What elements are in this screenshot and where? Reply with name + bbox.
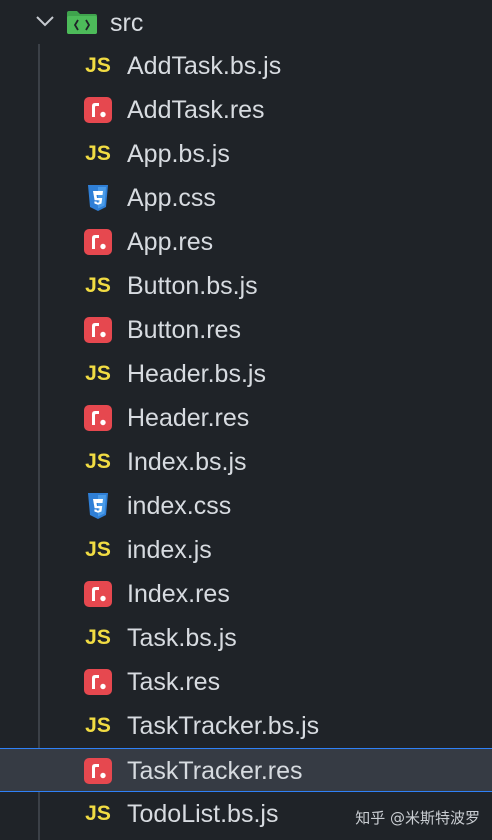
file-name: Header.res	[127, 404, 250, 432]
file-name: AddTask.res	[127, 96, 265, 124]
file-row[interactable]: JS Button.bs.js	[0, 264, 492, 308]
javascript-icon: JS	[84, 625, 112, 651]
file-row[interactable]: Task.res	[0, 660, 492, 704]
file-row[interactable]: App.css	[0, 176, 492, 220]
javascript-icon: JS	[84, 801, 112, 827]
javascript-icon-label: JS	[85, 714, 111, 737]
file-row[interactable]: index.css	[0, 484, 492, 528]
file-name: Index.res	[127, 580, 230, 608]
file-name: App.css	[127, 184, 216, 212]
javascript-icon-label: JS	[85, 274, 111, 297]
folder-src-icon	[67, 11, 97, 34]
file-row[interactable]: JS Index.bs.js	[0, 440, 492, 484]
javascript-icon-label: JS	[85, 54, 111, 77]
javascript-icon: JS	[84, 273, 112, 299]
javascript-icon: JS	[84, 449, 112, 475]
css-icon	[88, 493, 108, 519]
file-name: index.css	[127, 492, 232, 520]
file-row[interactable]: App.res	[0, 220, 492, 264]
file-name: Button.res	[127, 316, 241, 344]
javascript-icon-label: JS	[85, 450, 111, 473]
file-name: Button.bs.js	[127, 272, 258, 300]
file-name: TaskTracker.res	[127, 757, 303, 785]
javascript-icon-label: JS	[85, 362, 111, 385]
javascript-icon: JS	[84, 53, 112, 79]
file-name: TaskTracker.bs.js	[127, 712, 320, 740]
file-name: Header.bs.js	[127, 360, 266, 388]
file-row[interactable]: Header.res	[0, 396, 492, 440]
file-row[interactable]: JS App.bs.js	[0, 132, 492, 176]
file-row[interactable]: JS TaskTracker.bs.js	[0, 704, 492, 748]
file-name: App.bs.js	[127, 140, 230, 168]
javascript-icon-label: JS	[85, 538, 111, 561]
javascript-icon-label: JS	[85, 802, 111, 825]
file-name: Task.bs.js	[127, 624, 237, 652]
rescript-icon	[84, 669, 112, 695]
rescript-icon	[84, 317, 112, 343]
file-explorer: src JS AddTask.bs.js AddTask.res JS App.bs.j…	[0, 0, 492, 840]
rescript-icon	[84, 97, 112, 123]
rescript-icon	[84, 405, 112, 431]
file-name: Task.res	[127, 668, 221, 696]
javascript-icon: JS	[84, 361, 112, 387]
javascript-icon-label: JS	[85, 142, 111, 165]
watermark: 知乎 @米斯特波罗	[355, 809, 480, 827]
file-row[interactable]: JS Task.bs.js	[0, 616, 492, 660]
rescript-icon	[84, 758, 112, 784]
javascript-icon: JS	[84, 713, 112, 739]
javascript-icon: JS	[84, 141, 112, 167]
rescript-icon	[84, 581, 112, 607]
folder-src-row[interactable]: src	[0, 0, 492, 44]
css-icon	[88, 185, 108, 211]
file-row[interactable]: JS Header.bs.js	[0, 352, 492, 396]
file-list: JS AddTask.bs.js AddTask.res JS App.bs.js App…	[0, 44, 492, 836]
javascript-icon: JS	[84, 537, 112, 563]
rescript-icon	[84, 229, 112, 255]
file-row[interactable]: Index.res	[0, 572, 492, 616]
file-row[interactable]: JS AddTask.bs.js	[0, 44, 492, 88]
javascript-icon-label: JS	[85, 626, 111, 649]
file-row[interactable]: AddTask.res	[0, 88, 492, 132]
file-row[interactable]: Button.res	[0, 308, 492, 352]
file-row[interactable]: JS index.js	[0, 528, 492, 572]
file-row[interactable]: TaskTracker.res	[0, 748, 492, 792]
file-name: App.res	[127, 228, 214, 256]
chevron-down-icon[interactable]	[34, 10, 56, 32]
file-name: Index.bs.js	[127, 448, 247, 476]
file-name: index.js	[127, 536, 212, 564]
file-name: TodoList.bs.js	[127, 800, 279, 828]
file-name: AddTask.bs.js	[127, 52, 282, 80]
folder-name: src	[110, 9, 144, 37]
